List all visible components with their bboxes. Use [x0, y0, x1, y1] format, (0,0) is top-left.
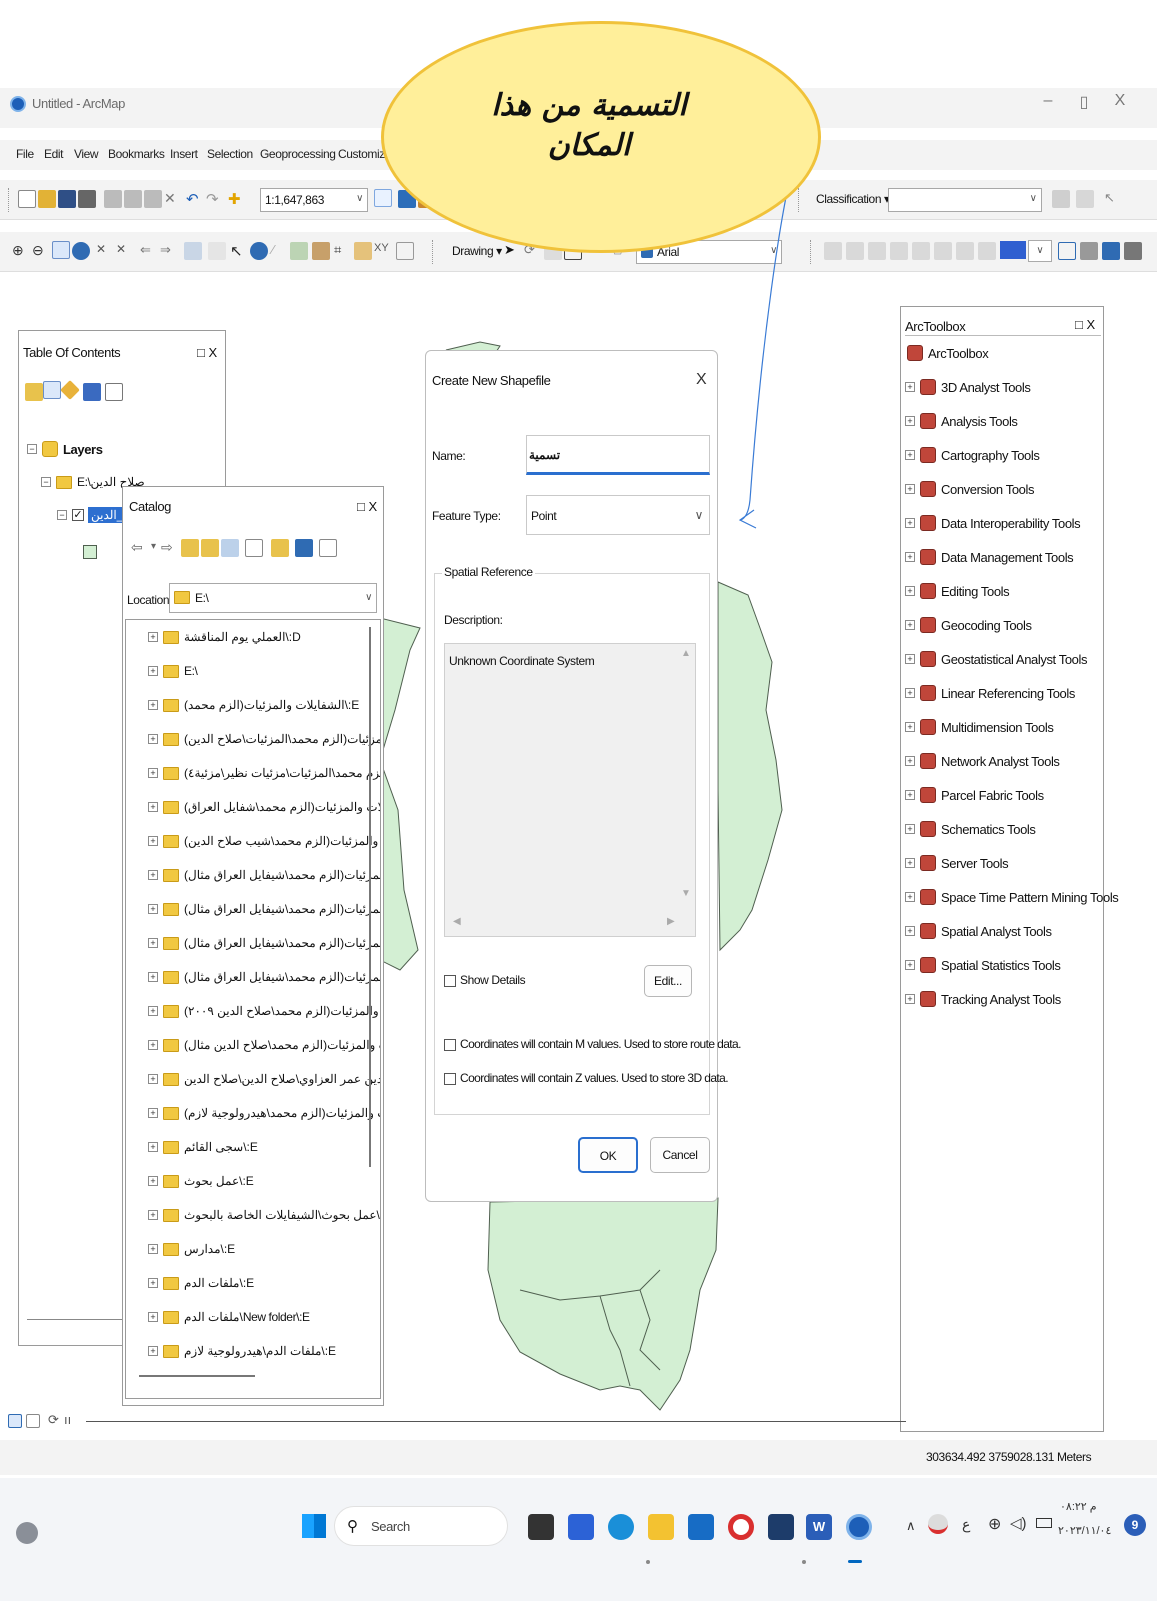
callout-text: التسمية من هذا المكان	[491, 88, 687, 163]
annotation-callout: التسمية من هذا المكان	[381, 21, 821, 253]
